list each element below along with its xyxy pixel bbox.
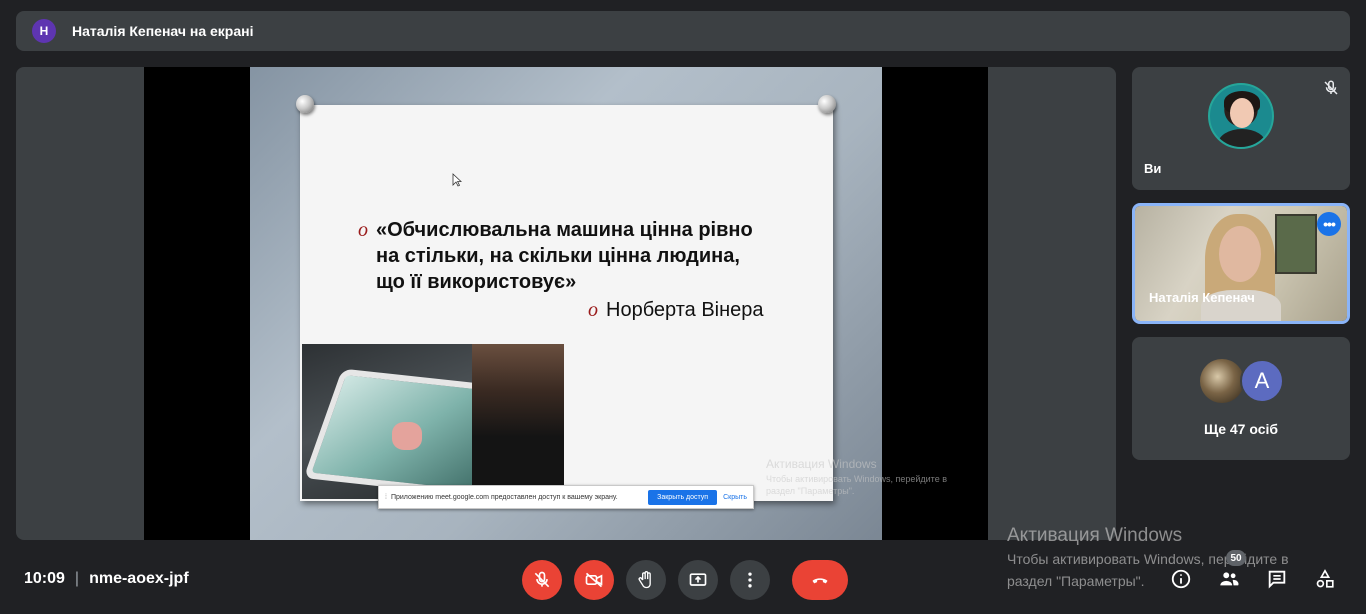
shared-screen-stage[interactable]: o «Обчислювальна машина цінна рівно на с… <box>16 67 1116 540</box>
slide-quote: o «Обчислювальна машина цінна рівно на с… <box>358 217 788 295</box>
more-options-button[interactable] <box>730 560 770 600</box>
meeting-details-button[interactable] <box>1168 566 1194 592</box>
participant-avatars: A <box>1200 359 1284 403</box>
self-label: Ви <box>1144 161 1162 176</box>
chat-button[interactable] <box>1264 566 1290 592</box>
bullet-icon: o <box>358 219 368 241</box>
mic-off-icon <box>1322 79 1340 97</box>
more-options-icon[interactable]: ••• <box>1317 212 1341 236</box>
pin-icon <box>818 95 836 113</box>
self-avatar <box>1208 83 1274 149</box>
presenter-name: Наталія Кепенач <box>1149 290 1255 305</box>
slide-illustration <box>302 344 564 499</box>
camera-off-icon <box>585 572 603 588</box>
slide-author: o Норберта Вінера <box>588 297 764 323</box>
mouse-cursor-icon <box>452 173 463 187</box>
present-icon <box>689 573 707 586</box>
share-notice-text: Приложению meet.google.com предоставлен … <box>390 493 618 501</box>
screen-share-notification: ⁞ Приложению meet.google.com предоставле… <box>378 485 754 509</box>
mic-off-icon <box>534 571 550 588</box>
hand-image <box>392 422 422 450</box>
camera-toggle-button[interactable] <box>574 560 614 600</box>
meeting-tools: 50 <box>1168 550 1360 592</box>
people-count-badge: 50 <box>1226 550 1246 566</box>
divider: | <box>74 570 80 587</box>
hang-up-icon <box>812 578 828 584</box>
hide-notice-button[interactable]: Скрыть <box>723 494 747 501</box>
bullet-icon: o <box>588 299 598 321</box>
person-image <box>472 344 564 499</box>
meeting-code[interactable]: nme-aoex-jpf <box>89 570 189 588</box>
raise-hand-button[interactable] <box>626 560 666 600</box>
activities-button[interactable] <box>1312 566 1338 592</box>
presentation-title: Наталія Кепенач на екрані <box>72 23 254 39</box>
presentation-banner: Н Наталія Кепенач на екрані <box>16 11 1350 51</box>
hand-icon <box>638 571 651 589</box>
more-vert-icon <box>748 572 752 588</box>
leave-call-button[interactable] <box>792 560 848 600</box>
windows-activation-watermark-inner: Активация Windows Чтобы активировать Win… <box>766 457 947 496</box>
clock: 10:09 <box>24 570 65 587</box>
present-screen-button[interactable] <box>678 560 718 600</box>
participant-avatar <box>1200 359 1244 403</box>
mic-toggle-button[interactable] <box>522 560 562 600</box>
pin-icon <box>296 95 314 113</box>
self-tile[interactable]: Ви <box>1132 67 1350 190</box>
author-text: Норберта Вінера <box>606 299 764 321</box>
more-participants-label: Ще 47 осіб <box>1203 421 1279 437</box>
quote-text: «Обчислювальна машина цінна рівно на сті… <box>376 219 753 293</box>
info-icon <box>1171 569 1191 589</box>
drag-handle-icon[interactable]: ⁞ <box>385 494 387 501</box>
activities-icon <box>1316 569 1334 588</box>
participant-avatar: A <box>1240 359 1284 403</box>
presenter-avatar: Н <box>32 19 56 43</box>
call-controls <box>522 560 860 600</box>
stop-sharing-button[interactable]: Закрыть доступ <box>648 489 718 505</box>
people-button[interactable]: 50 <box>1216 550 1246 592</box>
chat-icon <box>1268 570 1286 589</box>
more-participants-tile[interactable]: A Ще 47 осіб <box>1132 337 1350 460</box>
presenter-tile[interactable]: ••• Наталія Кепенач <box>1132 203 1350 324</box>
people-icon <box>1220 572 1239 586</box>
meeting-details: 10:09 | nme-aoex-jpf <box>24 570 189 588</box>
